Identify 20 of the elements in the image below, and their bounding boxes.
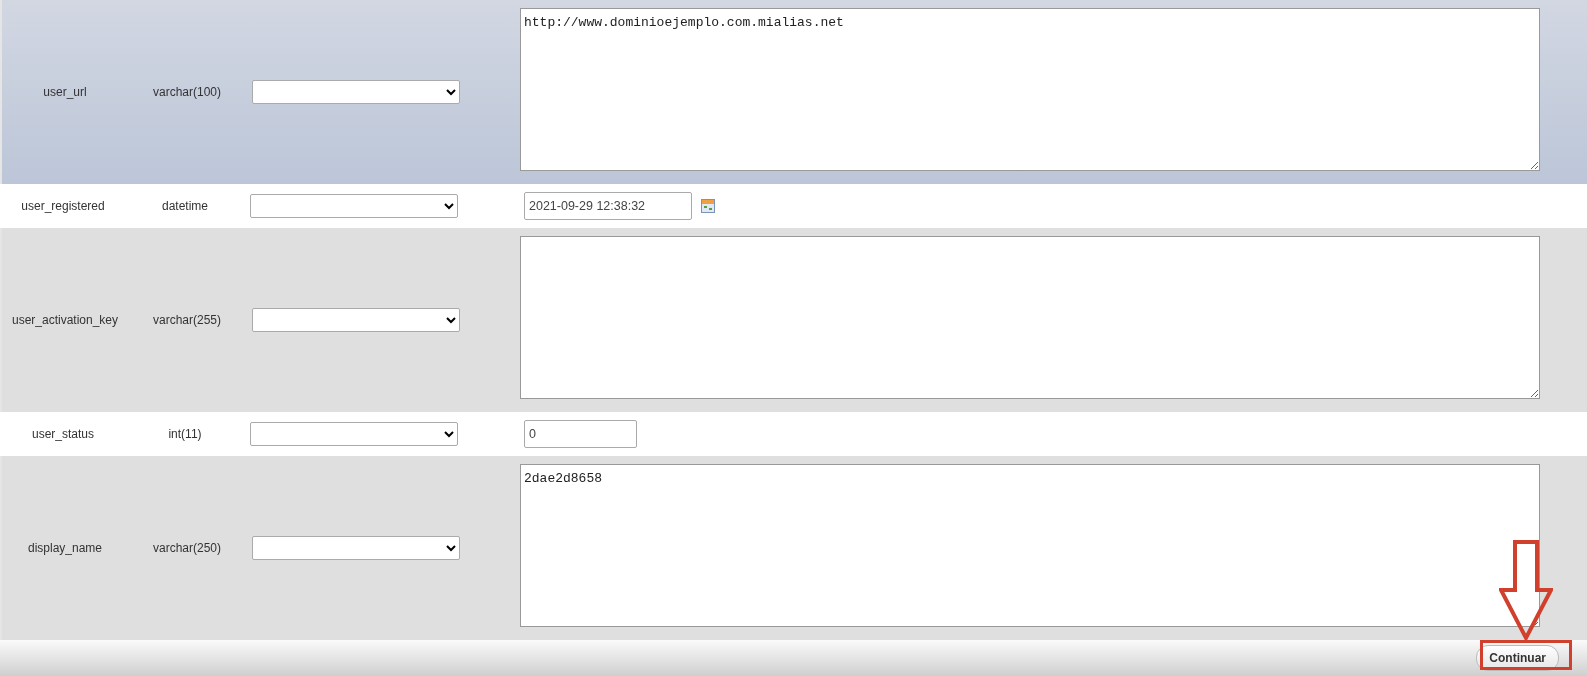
calendar-icon[interactable]	[701, 199, 715, 213]
function-dropdown[interactable]	[250, 422, 458, 446]
column-type: varchar(250)	[153, 541, 221, 555]
column-name: user_activation_key	[11, 313, 119, 327]
value-field[interactable]: 0	[524, 420, 637, 448]
column-name: user_status	[31, 427, 94, 441]
column-type: varchar(255)	[153, 313, 221, 327]
value-textarea[interactable]: http://www.dominioejemplo.com.mialias.net	[520, 8, 1540, 171]
datetime-field[interactable]: 2021-09-29 12:38:32	[524, 192, 692, 220]
column-type: datetime	[162, 199, 208, 213]
function-dropdown[interactable]	[252, 308, 460, 332]
column-name: display_name	[27, 541, 102, 555]
function-dropdown[interactable]	[252, 80, 460, 104]
column-name: user_url	[43, 85, 87, 99]
function-dropdown[interactable]	[250, 194, 458, 218]
column-type: varchar(100)	[153, 85, 221, 99]
function-dropdown[interactable]	[252, 536, 460, 560]
column-name: user_registered	[21, 199, 105, 213]
column-type: int(11)	[168, 427, 202, 441]
value-textarea[interactable]: 2dae2d8658	[520, 464, 1540, 627]
